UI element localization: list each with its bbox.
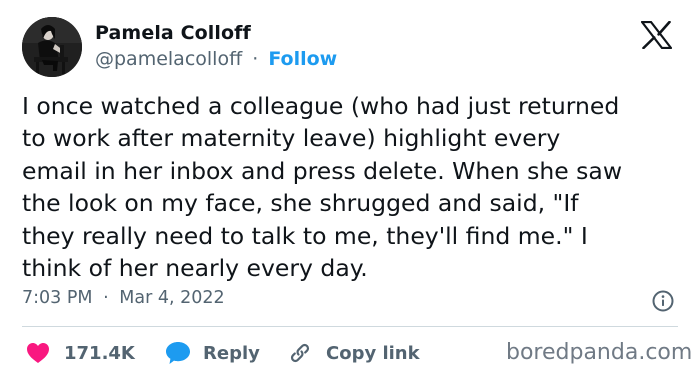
author-handle[interactable]: @pamelacolloff	[95, 48, 242, 70]
tweet-timestamp[interactable]: 7:03 PM · Mar 4, 2022	[22, 288, 225, 308]
x-logo-icon[interactable]	[641, 21, 672, 49]
tweet-date: Mar 4, 2022	[119, 288, 225, 308]
author-handle-row: @pamelacolloff · Follow	[95, 48, 337, 70]
link-icon	[290, 343, 310, 363]
avatar-photo	[22, 17, 82, 77]
copy-link-button[interactable]: Copy link	[288, 340, 420, 366]
tweet-text: I once watched a colleague (who had just…	[22, 90, 682, 284]
tweet-text-line: they really need to talk to me, they'll …	[22, 221, 588, 250]
tweet-card: Pamela Colloff @pamelacolloff · Follow I…	[0, 0, 700, 379]
like-count: 171.4K	[64, 342, 135, 364]
like-button[interactable]: 171.4K	[26, 340, 135, 366]
reply-label: Reply	[203, 342, 260, 364]
tweet-text-line: the look on my face, she shrugged and sa…	[22, 189, 579, 218]
follow-button[interactable]: Follow	[268, 48, 337, 70]
tweet-text-line: think of her nearly every day.	[22, 254, 368, 283]
tweet-time: 7:03 PM	[22, 288, 93, 308]
tweet-text-line: to work after maternity leave) highlight…	[22, 124, 561, 153]
divider	[22, 326, 678, 327]
reply-button[interactable]: Reply	[165, 340, 260, 366]
author-name[interactable]: Pamela Colloff	[95, 22, 251, 44]
watermark: boredpanda.com	[506, 340, 693, 365]
heart-icon	[27, 343, 49, 363]
meta-separator: ·	[103, 288, 109, 308]
avatar[interactable]	[22, 17, 82, 77]
speech-bubble-icon	[166, 342, 190, 364]
handle-separator: ·	[252, 48, 259, 70]
info-icon[interactable]	[652, 290, 674, 312]
tweet-text-line: email in her inbox and press delete. Whe…	[22, 156, 623, 185]
copy-link-label: Copy link	[326, 342, 420, 364]
tweet-text-line: I once watched a colleague (who had just…	[22, 92, 620, 120]
